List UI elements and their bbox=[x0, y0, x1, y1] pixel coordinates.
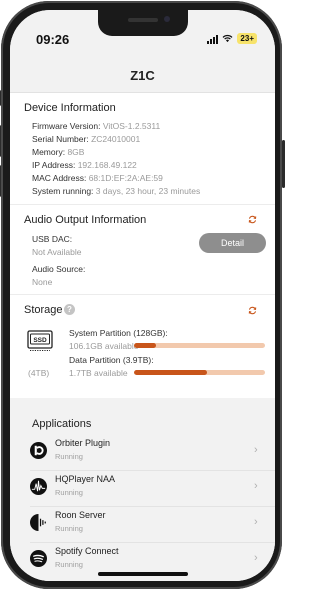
home-indicator[interactable] bbox=[98, 572, 188, 576]
firmware-label: Firmware Version: bbox=[32, 121, 101, 131]
ssd-label: SSD bbox=[33, 337, 47, 344]
data-partition-available: 1.7TB available bbox=[69, 368, 128, 378]
phone-device: 09:26 23+ Z1C Device Information Firmwar… bbox=[0, 0, 285, 592]
app-status: Running bbox=[55, 560, 83, 569]
detail-button[interactable]: Detail bbox=[199, 233, 266, 253]
device-info-title: Device Information bbox=[24, 102, 116, 114]
app-status: Running bbox=[55, 488, 83, 497]
firmware-row: Firmware Version: VitOS-1.2.5311 bbox=[32, 121, 160, 131]
ip-value: 192.168.49.122 bbox=[77, 160, 137, 170]
app-name: HQPlayer NAA bbox=[55, 474, 116, 484]
applications-title: Applications bbox=[32, 418, 92, 430]
chevron-right-icon: › bbox=[254, 552, 258, 564]
wifi-icon bbox=[222, 34, 233, 43]
audio-source-label: Audio Source: bbox=[32, 264, 86, 274]
audio-output-title: Audio Output Information bbox=[24, 214, 147, 226]
status-bar: 09:26 23+ bbox=[10, 10, 275, 58]
ip-row: IP Address: 192.168.49.122 bbox=[32, 160, 137, 170]
front-camera bbox=[164, 16, 170, 22]
divider bbox=[10, 204, 275, 205]
refresh-icon[interactable] bbox=[248, 215, 257, 224]
chevron-right-icon: › bbox=[254, 516, 258, 528]
system-partition-available: 106.1GB available bbox=[69, 341, 139, 351]
app-status: Running bbox=[55, 452, 83, 461]
divider bbox=[30, 542, 275, 543]
hqplayer-icon bbox=[30, 478, 47, 495]
status-time: 09:26 bbox=[36, 32, 70, 47]
uptime-row: System running: 3 days, 23 hour, 23 minu… bbox=[32, 186, 200, 196]
app-name: Roon Server bbox=[55, 510, 106, 520]
memory-label: Memory: bbox=[32, 147, 66, 157]
help-icon[interactable]: ? bbox=[64, 304, 75, 315]
system-partition-bar bbox=[134, 343, 265, 348]
battery-icon: 23+ bbox=[237, 33, 257, 44]
refresh-icon[interactable] bbox=[248, 306, 257, 315]
app-item-orbiter[interactable]: Orbiter Plugin Running › bbox=[10, 436, 275, 472]
divider bbox=[30, 470, 275, 471]
divider bbox=[30, 506, 275, 507]
screen: 09:26 23+ Z1C Device Information Firmwar… bbox=[10, 10, 275, 581]
app-name: Orbiter Plugin bbox=[55, 438, 111, 448]
status-icons: 23+ bbox=[207, 33, 257, 44]
data-partition-bar bbox=[134, 370, 265, 375]
ssd-icon: SSD bbox=[27, 330, 53, 351]
firmware-value: VitOS-1.2.5311 bbox=[102, 121, 161, 131]
chevron-right-icon: › bbox=[254, 480, 258, 492]
chevron-right-icon: › bbox=[254, 444, 258, 456]
memory-row: Memory: 8GB bbox=[32, 147, 84, 157]
app-name: Spotify Connect bbox=[55, 546, 119, 556]
orbiter-icon bbox=[30, 442, 47, 459]
audio-source-value: None bbox=[32, 277, 53, 287]
mac-label: MAC Address: bbox=[32, 173, 87, 183]
power-button bbox=[282, 140, 285, 188]
uptime-value: 3 days, 23 hour, 23 minutes bbox=[95, 186, 201, 196]
ip-label: IP Address: bbox=[32, 160, 76, 170]
serial-label: Serial Number: bbox=[32, 134, 89, 144]
app-item-roon[interactable]: Roon Server Running › bbox=[10, 508, 275, 544]
mac-value: 68:1D:EF:2A:AE:59 bbox=[88, 173, 163, 183]
system-partition-name: System Partition (128GB): bbox=[69, 328, 168, 338]
app-bar: Z1C bbox=[10, 58, 275, 93]
app-item-hqplayer[interactable]: HQPlayer NAA Running › bbox=[10, 472, 275, 508]
divider bbox=[10, 294, 275, 295]
usb-dac-value: Not Available bbox=[32, 247, 82, 257]
uptime-label: System running: bbox=[32, 186, 94, 196]
roon-icon bbox=[30, 514, 46, 531]
serial-row: Serial Number: ZC24010001 bbox=[32, 134, 140, 144]
serial-value: ZC24010001 bbox=[91, 134, 141, 144]
ssd-size: (4TB) bbox=[28, 368, 50, 378]
cellular-signal-icon bbox=[207, 34, 219, 44]
storage-title: Storage bbox=[24, 304, 63, 316]
spotify-icon bbox=[30, 550, 47, 567]
memory-value: 8GB bbox=[67, 147, 85, 157]
system-partition-fill bbox=[134, 343, 157, 348]
page-title: Z1C bbox=[130, 68, 155, 83]
app-status: Running bbox=[55, 524, 83, 533]
data-partition-name: Data Partition (3.9TB): bbox=[69, 355, 154, 365]
data-partition-fill bbox=[134, 370, 208, 375]
usb-dac-label: USB DAC: bbox=[32, 234, 73, 244]
notch bbox=[98, 10, 188, 36]
mac-row: MAC Address: 68:1D:EF:2A:AE:59 bbox=[32, 173, 163, 183]
speaker-grill bbox=[128, 18, 158, 22]
